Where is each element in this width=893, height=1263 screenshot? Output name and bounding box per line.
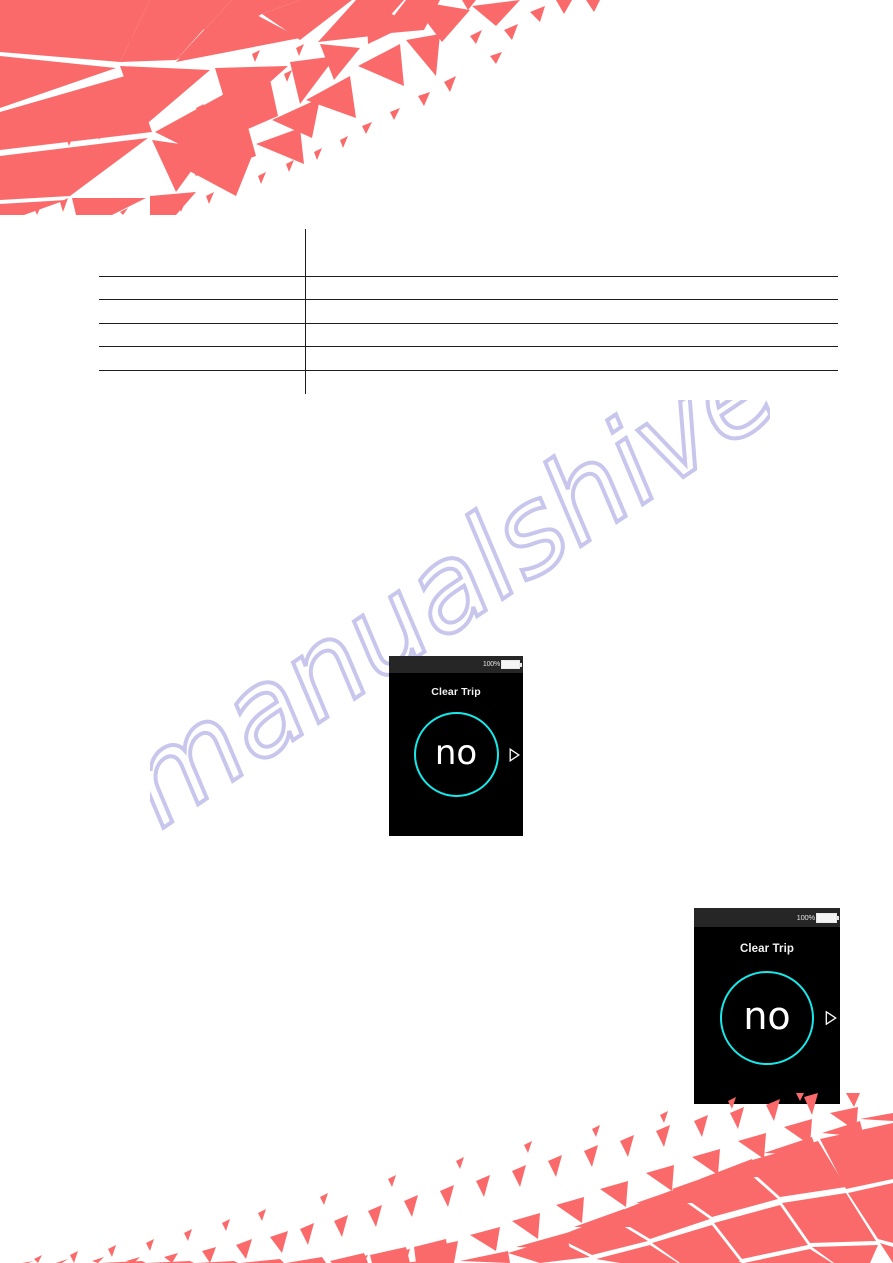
table-cell-value [305,323,838,347]
table-row [99,276,838,300]
spec-table [99,229,838,394]
table-cell-label [99,276,306,300]
table-cell-value [305,346,838,371]
table-cell-label [99,299,306,324]
battery-percent-label: 100% [796,913,816,922]
screen-title: Clear Trip [431,686,481,698]
decorative-polygon-top [0,0,600,215]
device-status-bar: 100% [694,908,840,927]
battery-full-icon [501,660,520,669]
screen-title: Clear Trip [739,943,795,955]
table-cell-value [306,229,839,253]
device-status-bar: 100% [389,656,523,673]
table-row [99,323,838,347]
table-cell-value [305,252,838,277]
table-cell-label [99,323,306,347]
table-row [99,229,838,253]
table-cell-label [99,229,306,253]
table-cell-label [99,346,306,371]
selection-ring-area: no [694,971,840,1065]
selection-value: no [434,732,478,773]
device-screenshot-clear-trip-large: 100% Clear Trip no [694,908,840,1104]
selection-ring[interactable]: no [413,712,499,797]
table-row [99,252,838,277]
device-screenshot-clear-trip-small: 100% Clear Trip no [389,656,523,836]
selection-value: no [743,994,791,1038]
table-cell-value [306,370,839,394]
decorative-polygon-bottom [22,1093,893,1263]
table-cell-value [305,299,838,324]
table-cell-label [99,252,306,277]
play-triangle-icon[interactable] [825,1010,837,1026]
selection-ring[interactable]: no [720,971,814,1065]
battery-percent-label: 100% [482,661,500,668]
play-triangle-icon[interactable] [509,747,520,762]
table-row [99,370,838,394]
table-row [99,299,838,324]
table-cell-label [99,370,306,394]
battery-full-icon [816,912,837,923]
selection-ring-area: no [389,712,523,797]
table-cell-value [305,276,838,300]
table-row [99,346,838,371]
